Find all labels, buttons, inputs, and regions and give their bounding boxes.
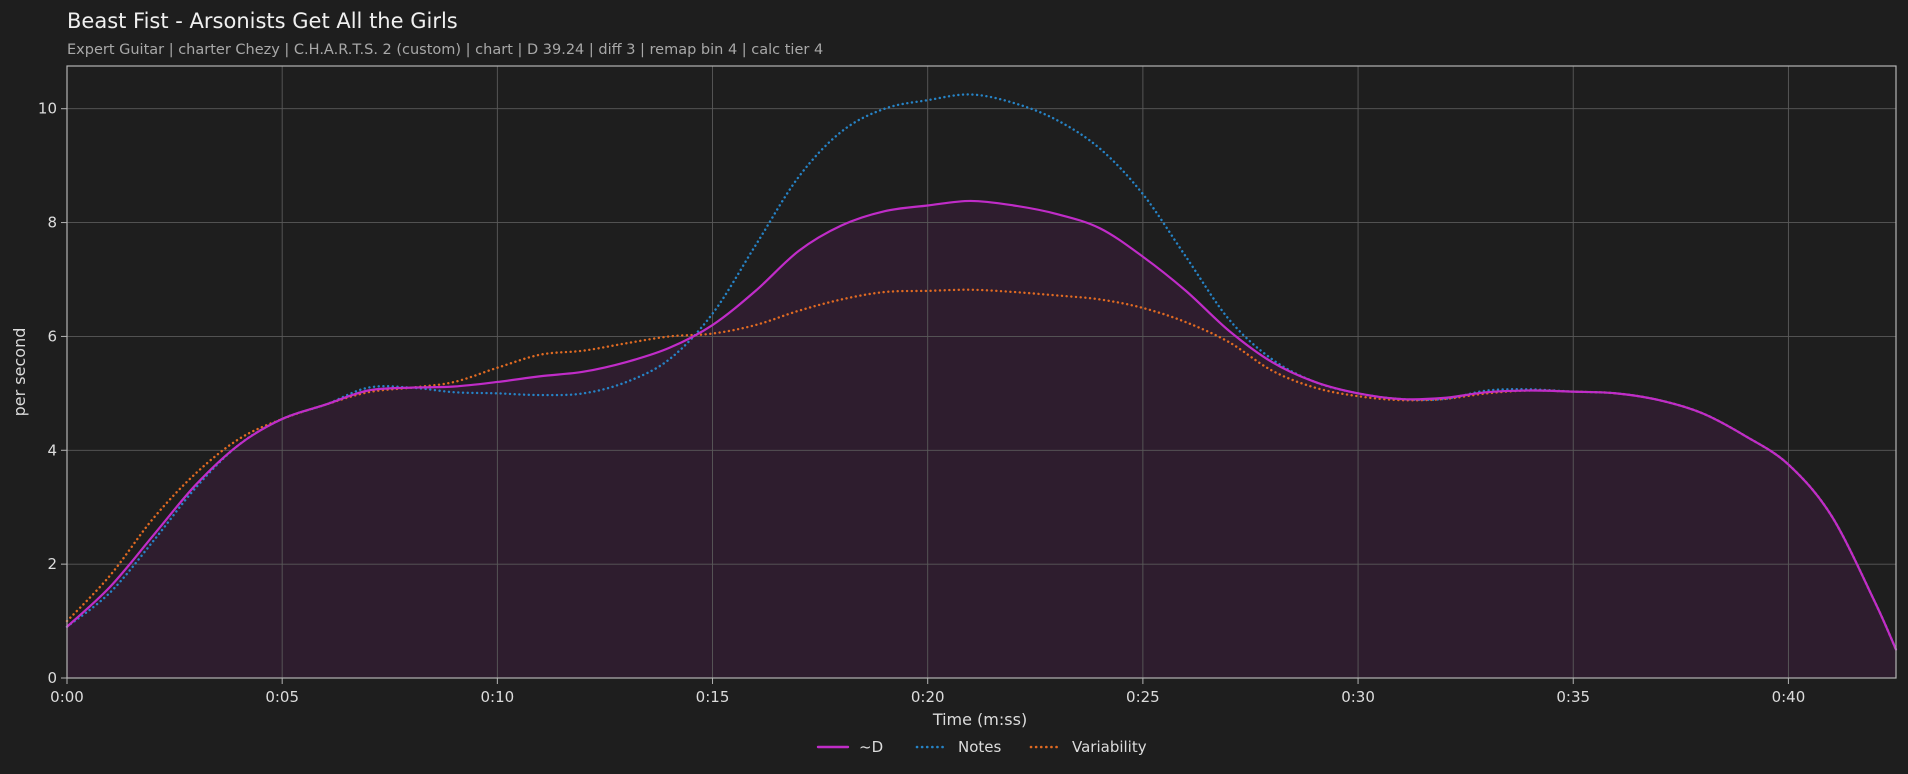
plot-fill-layer: [67, 66, 1896, 679]
legend-label-d: ~D: [859, 738, 883, 756]
chart: Beast Fist - Arsonists Get All the Girls…: [10, 9, 1898, 756]
x-tick-label: 0:10: [481, 688, 515, 706]
x-tick-label: 0:30: [1341, 688, 1375, 706]
x-tick-label: 0:20: [911, 688, 945, 706]
legend-label-variability: Variability: [1072, 738, 1147, 756]
y-tick-label: 8: [47, 214, 57, 232]
y-tick-label: 10: [38, 100, 57, 118]
x-tick-label: 0:05: [265, 688, 299, 706]
y-tick-label: 0: [47, 669, 57, 687]
x-tick-label: 0:00: [50, 688, 84, 706]
x-tick-label: 0:15: [696, 688, 730, 706]
y-tick-label: 6: [47, 327, 57, 345]
x-tick-label: 0:35: [1556, 688, 1590, 706]
x-tick-label: 0:40: [1772, 688, 1806, 706]
y-tick-label: 4: [47, 441, 57, 459]
x-axis-ticks: 0:00 0:05 0:10 0:15 0:20 0:25 0:30 0:35 0:40: [50, 678, 1805, 706]
x-axis-label: Time (m:ss): [932, 710, 1027, 729]
y-axis-label: per second: [10, 328, 29, 417]
x-tick-label: 0:25: [1126, 688, 1160, 706]
legend: ~D Notes Variability: [816, 738, 1147, 756]
chart-subtitle: Expert Guitar | charter Chezy | C.H.A.R.…: [67, 42, 823, 58]
legend-label-notes: Notes: [958, 738, 1002, 756]
y-axis-ticks: 0 2 4 6 8 10: [38, 100, 67, 687]
y-tick-label: 2: [47, 555, 57, 573]
chart-title: Beast Fist - Arsonists Get All the Girls: [67, 9, 458, 33]
